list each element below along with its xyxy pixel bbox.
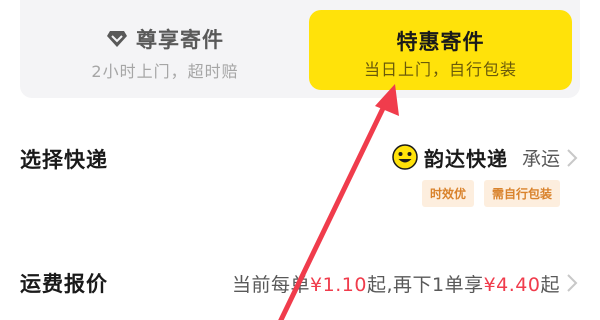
discount-title: 特惠寄件 — [396, 30, 485, 54]
premium-title-row: 尊享寄件 — [20, 24, 310, 54]
courier-tags: 时效优 需自行包装 — [421, 180, 560, 207]
price-middle: 起,再下1单享 — [366, 274, 484, 296]
premium-title: 尊享寄件 — [136, 28, 224, 52]
price-prefix: 当前每单 — [232, 274, 311, 296]
chevron-right-icon[interactable] — [566, 148, 578, 168]
shipping-quote-label: 运费报价 — [20, 272, 108, 296]
chevron-right-icon[interactable] — [566, 273, 578, 293]
diamond-icon — [107, 31, 127, 47]
discount-subtitle: 当日上门，自行包装 — [363, 60, 517, 79]
discount-shipping-option[interactable]: 特惠寄件 当日上门，自行包装 — [309, 10, 572, 90]
yunda-smile-icon — [392, 144, 418, 170]
price-suffix: 起 — [540, 274, 560, 296]
discount-title-row: 特惠寄件 — [309, 26, 572, 56]
tag-fast: 时效优 — [421, 180, 474, 207]
next-order-price: ¥4.40 — [483, 274, 541, 296]
premium-shipping-option[interactable]: 尊享寄件 2小时上门，超时赔 — [20, 0, 310, 98]
courier-selector[interactable]: 韵达快递 承运 — [392, 140, 560, 174]
price-quote[interactable]: 当前每单¥1.10起,再下1单享¥4.40起 — [232, 270, 560, 297]
select-courier-label: 选择快递 — [20, 148, 108, 172]
premium-subtitle: 2小时上门，超时赔 — [91, 62, 239, 81]
current-price: ¥1.10 — [310, 274, 367, 296]
courier-name: 韵达快递 — [423, 146, 508, 171]
tag-self-pack: 需自行包装 — [483, 180, 560, 207]
courier-carrier-suffix: 承运 — [521, 147, 560, 170]
